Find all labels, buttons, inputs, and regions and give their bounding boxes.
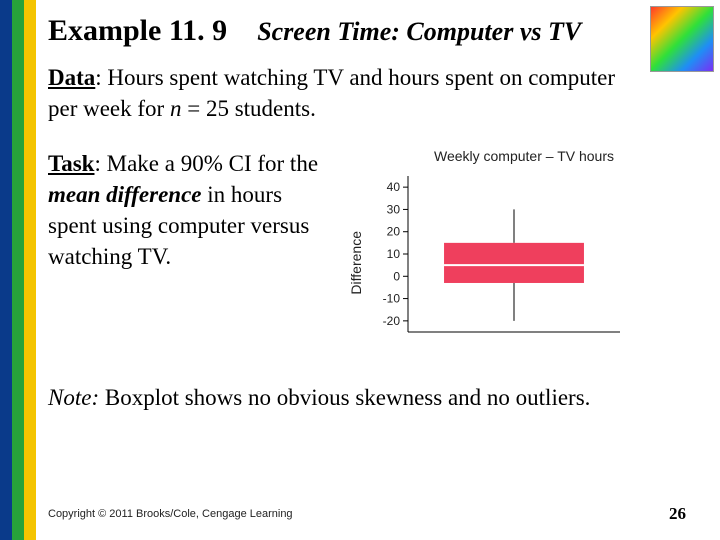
svg-text:-10: -10 (383, 292, 401, 306)
svg-text:20: 20 (387, 225, 401, 239)
task-label: Task (48, 151, 94, 176)
svg-text:0: 0 (393, 269, 400, 283)
chart-title: Weekly computer – TV hours (348, 148, 700, 164)
boxplot-chart: Weekly computer – TV hours Difference -2… (348, 148, 700, 355)
example-subtitle: Screen Time: Computer vs TV (257, 17, 581, 46)
slide-accent-stripe (0, 0, 36, 540)
svg-text:30: 30 (387, 203, 401, 217)
data-description: Data: Hours spent watching TV and hours … (48, 62, 643, 124)
copyright-text: Copyright © 2011 Brooks/Cole, Cengage Le… (48, 508, 293, 520)
chart-ylabel: Difference (348, 231, 364, 295)
chart-plot-area: -20 -10 0 10 20 30 40 (370, 170, 630, 355)
svg-text:10: 10 (387, 247, 401, 261)
svg-text:40: 40 (387, 180, 401, 194)
data-label: Data (48, 65, 95, 90)
task-description: Task: Make a 90% CI for the mean differe… (48, 148, 328, 272)
slide-title: Example 11. 9 Screen Time: Computer vs T… (48, 14, 700, 48)
example-number: Example 11. 9 (48, 14, 227, 47)
slide-content: Example 11. 9 Screen Time: Computer vs T… (48, 14, 700, 540)
page-number: 26 (669, 504, 686, 524)
note-line: Note: Boxplot shows no obvious skewness … (48, 385, 700, 411)
svg-text:-20: -20 (383, 314, 401, 328)
note-label: Note: (48, 385, 99, 410)
